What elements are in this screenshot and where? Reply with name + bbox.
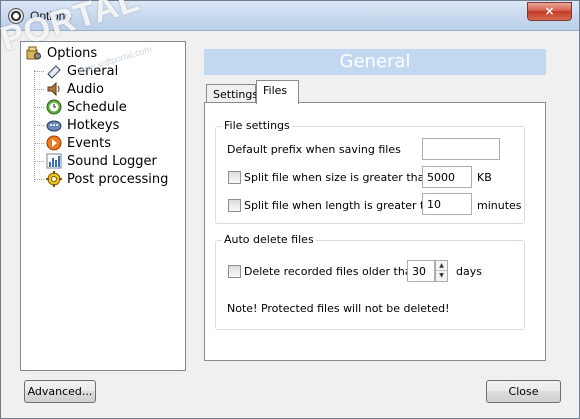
options-window: Options × Options General Audio Schedule… <box>0 0 580 419</box>
delete-days-field[interactable] <box>407 260 435 282</box>
events-icon <box>46 135 62 151</box>
split-length-checkbox[interactable] <box>228 199 241 212</box>
hotkeys-icon <box>46 120 62 132</box>
protected-files-note: Note! Protected files will not be delete… <box>227 302 450 315</box>
tab-files[interactable]: Files <box>256 80 299 104</box>
advanced-button[interactable]: Advanced... <box>24 380 96 403</box>
tree-item-label: Audio <box>67 81 104 97</box>
tree-item-schedule[interactable]: Schedule <box>46 98 127 116</box>
section-header: General <box>204 49 546 75</box>
auto-delete-group: Auto delete files Delete recorded files … <box>215 233 525 330</box>
files-tab-page: File settings Default prefix when saving… <box>204 102 546 361</box>
split-size-unit: KB <box>477 171 492 184</box>
tree-connector-lines <box>34 70 35 182</box>
tree-item-label: Sound Logger <box>67 153 157 169</box>
default-prefix-field[interactable] <box>422 138 500 160</box>
split-length-unit: minutes <box>477 199 522 212</box>
post-processing-icon <box>46 171 62 187</box>
auto-delete-title: Auto delete files <box>222 233 316 246</box>
file-settings-group: File settings Default prefix when saving… <box>215 119 525 224</box>
delete-days-spinner[interactable]: ▲ ▼ <box>435 260 448 282</box>
sound-logger-icon <box>46 153 62 169</box>
options-tree[interactable]: Options General Audio Schedule Hotkeys E… <box>20 41 186 371</box>
tree-item-audio[interactable]: Audio <box>46 80 104 98</box>
tree-item-label: Post processing <box>67 171 169 187</box>
file-settings-title: File settings <box>222 119 292 132</box>
tree-item-label: Hotkeys <box>67 117 120 133</box>
spin-up-icon[interactable]: ▲ <box>436 261 447 271</box>
delete-older-label[interactable]: Delete recorded files older than <box>244 265 419 278</box>
tree-item-post-processing[interactable]: Post processing <box>46 170 168 188</box>
spin-down-icon[interactable]: ▼ <box>436 271 447 281</box>
close-button[interactable]: Close <box>486 380 561 403</box>
split-length-field[interactable] <box>422 193 472 215</box>
tree-item-label: Events <box>67 135 112 151</box>
split-size-field[interactable] <box>422 166 472 188</box>
split-size-label[interactable]: Split file when size is greater than <box>244 171 431 184</box>
tree-item-hotkeys[interactable]: Hotkeys <box>46 116 119 134</box>
split-length-label[interactable]: Split file when length is greater than <box>244 199 445 212</box>
delete-days-unit: days <box>456 265 482 278</box>
split-size-checkbox[interactable] <box>228 171 241 184</box>
tree-item-label: Schedule <box>67 99 127 115</box>
tree-item-sound-logger[interactable]: Sound Logger <box>46 152 157 170</box>
audio-icon <box>47 81 60 97</box>
delete-older-checkbox[interactable] <box>228 265 241 278</box>
default-prefix-label: Default prefix when saving files <box>227 143 401 156</box>
tree-item-events[interactable]: Events <box>46 134 111 152</box>
window-close-button[interactable]: × <box>527 2 572 21</box>
schedule-icon <box>46 99 62 115</box>
